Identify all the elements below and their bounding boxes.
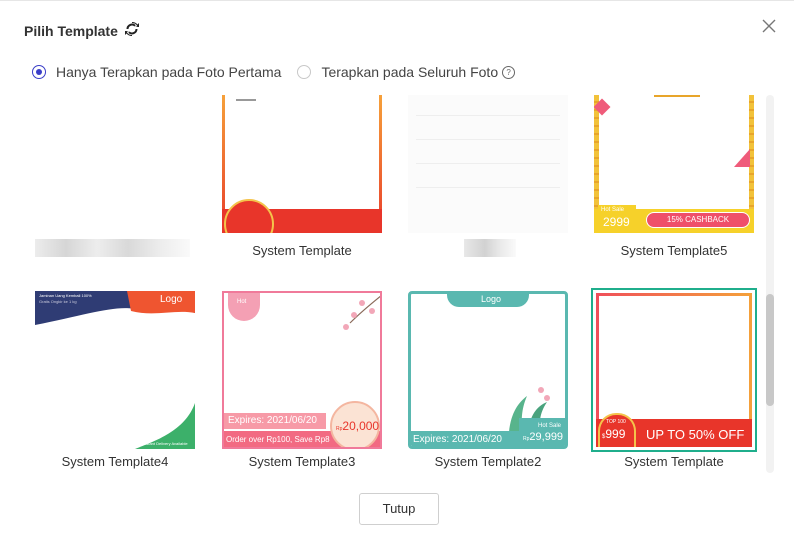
scrollbar-track[interactable] [766, 95, 774, 473]
cashback-badge: 15% CASHBACK [646, 212, 750, 228]
hot-sale-label: Hot Sale [601, 207, 625, 213]
radio-all-photos-dot[interactable] [297, 65, 312, 79]
template-caption: System Template4 [61, 454, 169, 469]
expires-label: Expires: 2021/06/20 [228, 415, 317, 426]
hot-label: Hot [237, 299, 247, 305]
scrollbar-thumb[interactable] [766, 294, 774, 406]
price-label: 2999 [603, 215, 630, 229]
price-label: Rp29,999 [523, 431, 563, 443]
dialog-title: Pilih Template [24, 21, 140, 40]
price-label: $999 [602, 427, 625, 441]
template-grid: System Template Hot Sale 2999 15% CASHBA… [0, 95, 762, 475]
promo-label: UP TO 50% OFF [646, 427, 745, 442]
template-caption: System Template2 [434, 454, 542, 469]
template-thumb[interactable] [35, 95, 195, 233]
template-sub-text: Gratis Ongkir ke 1 kg [39, 299, 77, 304]
template-foot-text: Instant Delivery Available [143, 441, 188, 446]
template-dialog: Pilih Template Hanya Terapkan pada Foto … [0, 0, 794, 545]
logo-label: Logo [160, 294, 183, 305]
template-caption: System Template5 [620, 243, 728, 258]
hot-sale-label: Hot Sale [538, 423, 562, 429]
template-thumb[interactable] [408, 95, 568, 233]
expires-label: Expires: 2021/06/20 [413, 434, 502, 445]
template-thumb[interactable]: Logo Expires: 2021/06/20 Hot Sale Rp29,9… [408, 291, 568, 449]
top-label: TOP 100 [606, 419, 626, 425]
template-caption-blurred [35, 239, 190, 257]
template-caption-blurred [464, 239, 516, 257]
radio-first-photo-dot[interactable] [32, 65, 46, 79]
radio-first-photo-label: Hanya Terapkan pada Foto Pertama [56, 64, 282, 80]
close-icon[interactable] [762, 19, 778, 35]
template-thumb[interactable]: Hot Expires: 2021/06/20 Order over Rp100… [222, 291, 382, 449]
dialog-title-text: Pilih Template [24, 22, 118, 39]
price-label: Rp20,000 [336, 419, 379, 433]
template-caption: System Template3 [248, 454, 356, 469]
apply-options: Hanya Terapkan pada Foto Pertama Terapka… [32, 64, 531, 80]
help-icon[interactable]: ? [502, 65, 516, 79]
price-value: 29,999 [529, 431, 564, 443]
radio-all-photos[interactable]: Terapkan pada Seluruh Foto ? [297, 64, 516, 80]
logo-label: Logo [481, 294, 502, 304]
template-head-text: Jaminan Uang Kembali 100% [39, 293, 92, 298]
refresh-icon[interactable] [124, 21, 140, 40]
template-thumb[interactable]: Hot Sale 2999 15% CASHBACK [594, 95, 754, 233]
order-label: Order over Rp100, Save Rp8 [226, 435, 330, 444]
template-thumb[interactable]: Logo Jaminan Uang Kembali 100% Gratis On… [35, 291, 195, 449]
price-value: 999 [605, 427, 626, 441]
close-button[interactable]: Tutup [359, 493, 439, 525]
template-caption: System Template [624, 454, 724, 469]
radio-all-photos-label: Terapkan pada Seluruh Foto [321, 64, 499, 80]
price-value: 20,000 [342, 419, 380, 433]
template-thumb[interactable]: TOP 100 $999 UP TO 50% OFF [591, 288, 757, 452]
template-thumb[interactable] [222, 95, 382, 233]
template-caption: System Template [252, 243, 352, 258]
radio-first-photo[interactable]: Hanya Terapkan pada Foto Pertama [32, 64, 281, 80]
